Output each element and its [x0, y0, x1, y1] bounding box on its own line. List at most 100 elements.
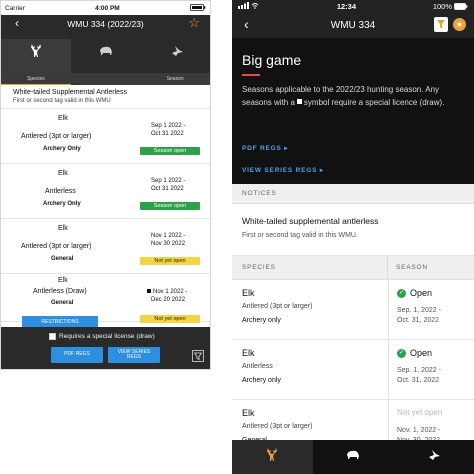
species-qualifier: Antlered (3pt or larger): [242, 303, 313, 310]
tab-bison[interactable]: [71, 39, 141, 73]
special-license-label: Requires a special license (draw): [59, 333, 155, 340]
left-status-bar: Carrier 4:00 PM: [1, 1, 210, 15]
left-clock: 4:00 PM: [95, 4, 120, 12]
season-dates: Sep 1 2022 - Oct 31 2022: [151, 178, 185, 193]
battery-percent: 100%: [432, 1, 452, 11]
chevron-right-icon: ▸: [284, 145, 289, 152]
battery-icon: [190, 3, 206, 13]
deer-icon: [28, 43, 44, 59]
species-name: Elk: [58, 277, 68, 284]
species-name: Elk: [58, 115, 68, 122]
battery-indicator: 100%: [433, 2, 468, 11]
table-row[interactable]: Elk Antlerless Archery Only Sep 1 2022 -…: [1, 164, 210, 219]
tab-label-season[interactable]: Season: [140, 73, 210, 85]
favorite-star-icon[interactable]: ☆: [188, 15, 200, 31]
table-row[interactable]: Elk Antlered (3pt or larger) Archery onl…: [232, 280, 474, 340]
notice-subtitle: First or second tag valid in this WMU.: [242, 232, 358, 239]
species-name: Elk: [242, 348, 255, 358]
season-dates: Nov 1 2022 - Dec 20 2022: [147, 289, 187, 304]
tab-bird[interactable]: [393, 440, 474, 474]
filter-icon[interactable]: [192, 349, 204, 367]
special-license-checkbox: [49, 333, 56, 340]
favorite-star-icon[interactable]: ★: [453, 18, 466, 31]
back-chevron-icon[interactable]: ‹: [15, 16, 19, 30]
dates-end: Oct 31 2022: [151, 130, 184, 137]
species-qualifier: Antlered (3pt or larger): [242, 423, 313, 430]
column-divider: [388, 340, 389, 400]
season-status: ✓ Open: [397, 348, 432, 358]
notice-item: White-tailed supplemental antlerless Fir…: [232, 204, 474, 256]
dates-end: Oct 31 2022: [151, 185, 184, 192]
table-row[interactable]: Elk Antlerless Archery only ✓ Open Sep. 1…: [232, 340, 474, 400]
table-row[interactable]: Elk Antlerless (Draw) General Nov 1 2022…: [1, 274, 210, 323]
right-phone: 12:34 100% ‹ WMU 334 ★ Big game Seasons …: [232, 0, 474, 474]
deer-icon: [264, 447, 280, 468]
pdf-regs-link[interactable]: PDF REGS ▸: [242, 144, 288, 152]
dates-start: Nov 1 2022 -: [151, 233, 186, 239]
left-notice: White-tailed Supplemental Antlerless Fir…: [1, 85, 210, 109]
table-row[interactable]: Elk Antlered (3pt or larger) Archery Onl…: [1, 109, 210, 164]
status-badge: Not yet open: [140, 257, 200, 265]
left-nav-header: ‹ WMU 334 (2022/23) ☆: [1, 15, 210, 33]
weapon-type: Archery only: [242, 377, 281, 384]
species-qualifier: Antlerless: [45, 188, 76, 195]
view-series-label-line2: REGS: [126, 354, 142, 360]
bird-icon: [426, 447, 442, 468]
dates-end: Dec 20 2022: [151, 296, 186, 303]
bird-icon: [169, 43, 185, 59]
bottom-tab-bar: [232, 440, 474, 474]
column-divider: [388, 280, 389, 340]
species-qualifier: Antlerless: [242, 363, 273, 370]
species-qualifier: Antlerless (Draw): [33, 288, 87, 295]
column-header-species: SPECIES: [232, 256, 388, 279]
back-chevron-icon[interactable]: ‹: [244, 16, 249, 32]
special-licence-square-icon: [296, 98, 302, 104]
left-bottom-bar: Requires a special license (draw) PDF RE…: [1, 327, 210, 369]
bison-icon: [345, 447, 361, 468]
view-series-regs-button[interactable]: VIEW SERIES REGS: [108, 347, 160, 363]
pdf-regs-button[interactable]: PDF REGS: [51, 347, 103, 363]
season-dates: Nov 1 2022 - Nov 30 2022: [151, 233, 185, 248]
page-title: WMU 334 (2022/23): [67, 19, 144, 29]
special-licence-square-icon: [147, 289, 151, 293]
left-tab-labels: Species Season: [1, 73, 210, 85]
dates-end: Oct. 31, 2022: [397, 317, 440, 324]
weapon-type: General: [51, 256, 74, 262]
right-clock: 12:34: [336, 1, 356, 11]
season-status: Not yet open: [397, 408, 442, 417]
table-row[interactable]: Elk Antlered (3pt or larger) General Nov…: [1, 219, 210, 274]
tab-deer[interactable]: [232, 440, 313, 474]
signal-icon: [238, 1, 260, 11]
dates-start: Nov. 1, 2022 -: [397, 427, 441, 434]
species-qualifier: Antlered (3pt or larger): [21, 243, 92, 250]
filter-icon[interactable]: [434, 17, 448, 32]
dates-start: Sep. 1, 2022 -: [397, 367, 441, 374]
column-header-season: SEASON: [396, 264, 428, 271]
tab-deer[interactable]: [1, 39, 72, 73]
tab-label-species[interactable]: Species: [1, 73, 71, 85]
battery-icon: [454, 2, 468, 10]
status-badge: Not yet open: [140, 315, 200, 323]
season-dates: Sep. 1, 2022 - Oct. 31, 2022: [397, 306, 441, 326]
tab-bird[interactable]: [142, 39, 210, 73]
tab-label-blank[interactable]: [71, 73, 141, 85]
season-status: ✓ Open: [397, 288, 432, 298]
view-series-regs-label: VIEW SERIES REGS: [242, 167, 318, 174]
weapon-type: Archery Only: [43, 146, 81, 152]
tab-bison[interactable]: [313, 440, 394, 474]
season-dates: Sep. 1, 2022 - Oct. 31, 2022: [397, 366, 441, 386]
view-series-regs-link[interactable]: VIEW SERIES REGS ▸: [242, 166, 324, 174]
species-name: Elk: [58, 170, 68, 177]
notice-subtitle: First or second tag valid in this WMU: [13, 98, 111, 104]
status-text: Open: [410, 288, 433, 298]
species-name: Elk: [58, 225, 68, 232]
left-category-tabs: [1, 39, 210, 73]
pdf-regs-label: PDF REGS: [242, 145, 282, 152]
weapon-type: Archery only: [242, 317, 281, 324]
hero-section: Big game Seasons applicable to the 2022/…: [232, 38, 474, 184]
screenshot-root: Carrier 4:00 PM ‹ WMU 334 (2022/23) ☆ Sp…: [0, 0, 474, 474]
chevron-right-icon: ▸: [319, 167, 324, 174]
right-nav-header: ‹ WMU 334 ★: [232, 12, 474, 38]
dates-start: Sep 1 2022 -: [151, 178, 186, 184]
weapon-type: Archery Only: [43, 201, 81, 207]
